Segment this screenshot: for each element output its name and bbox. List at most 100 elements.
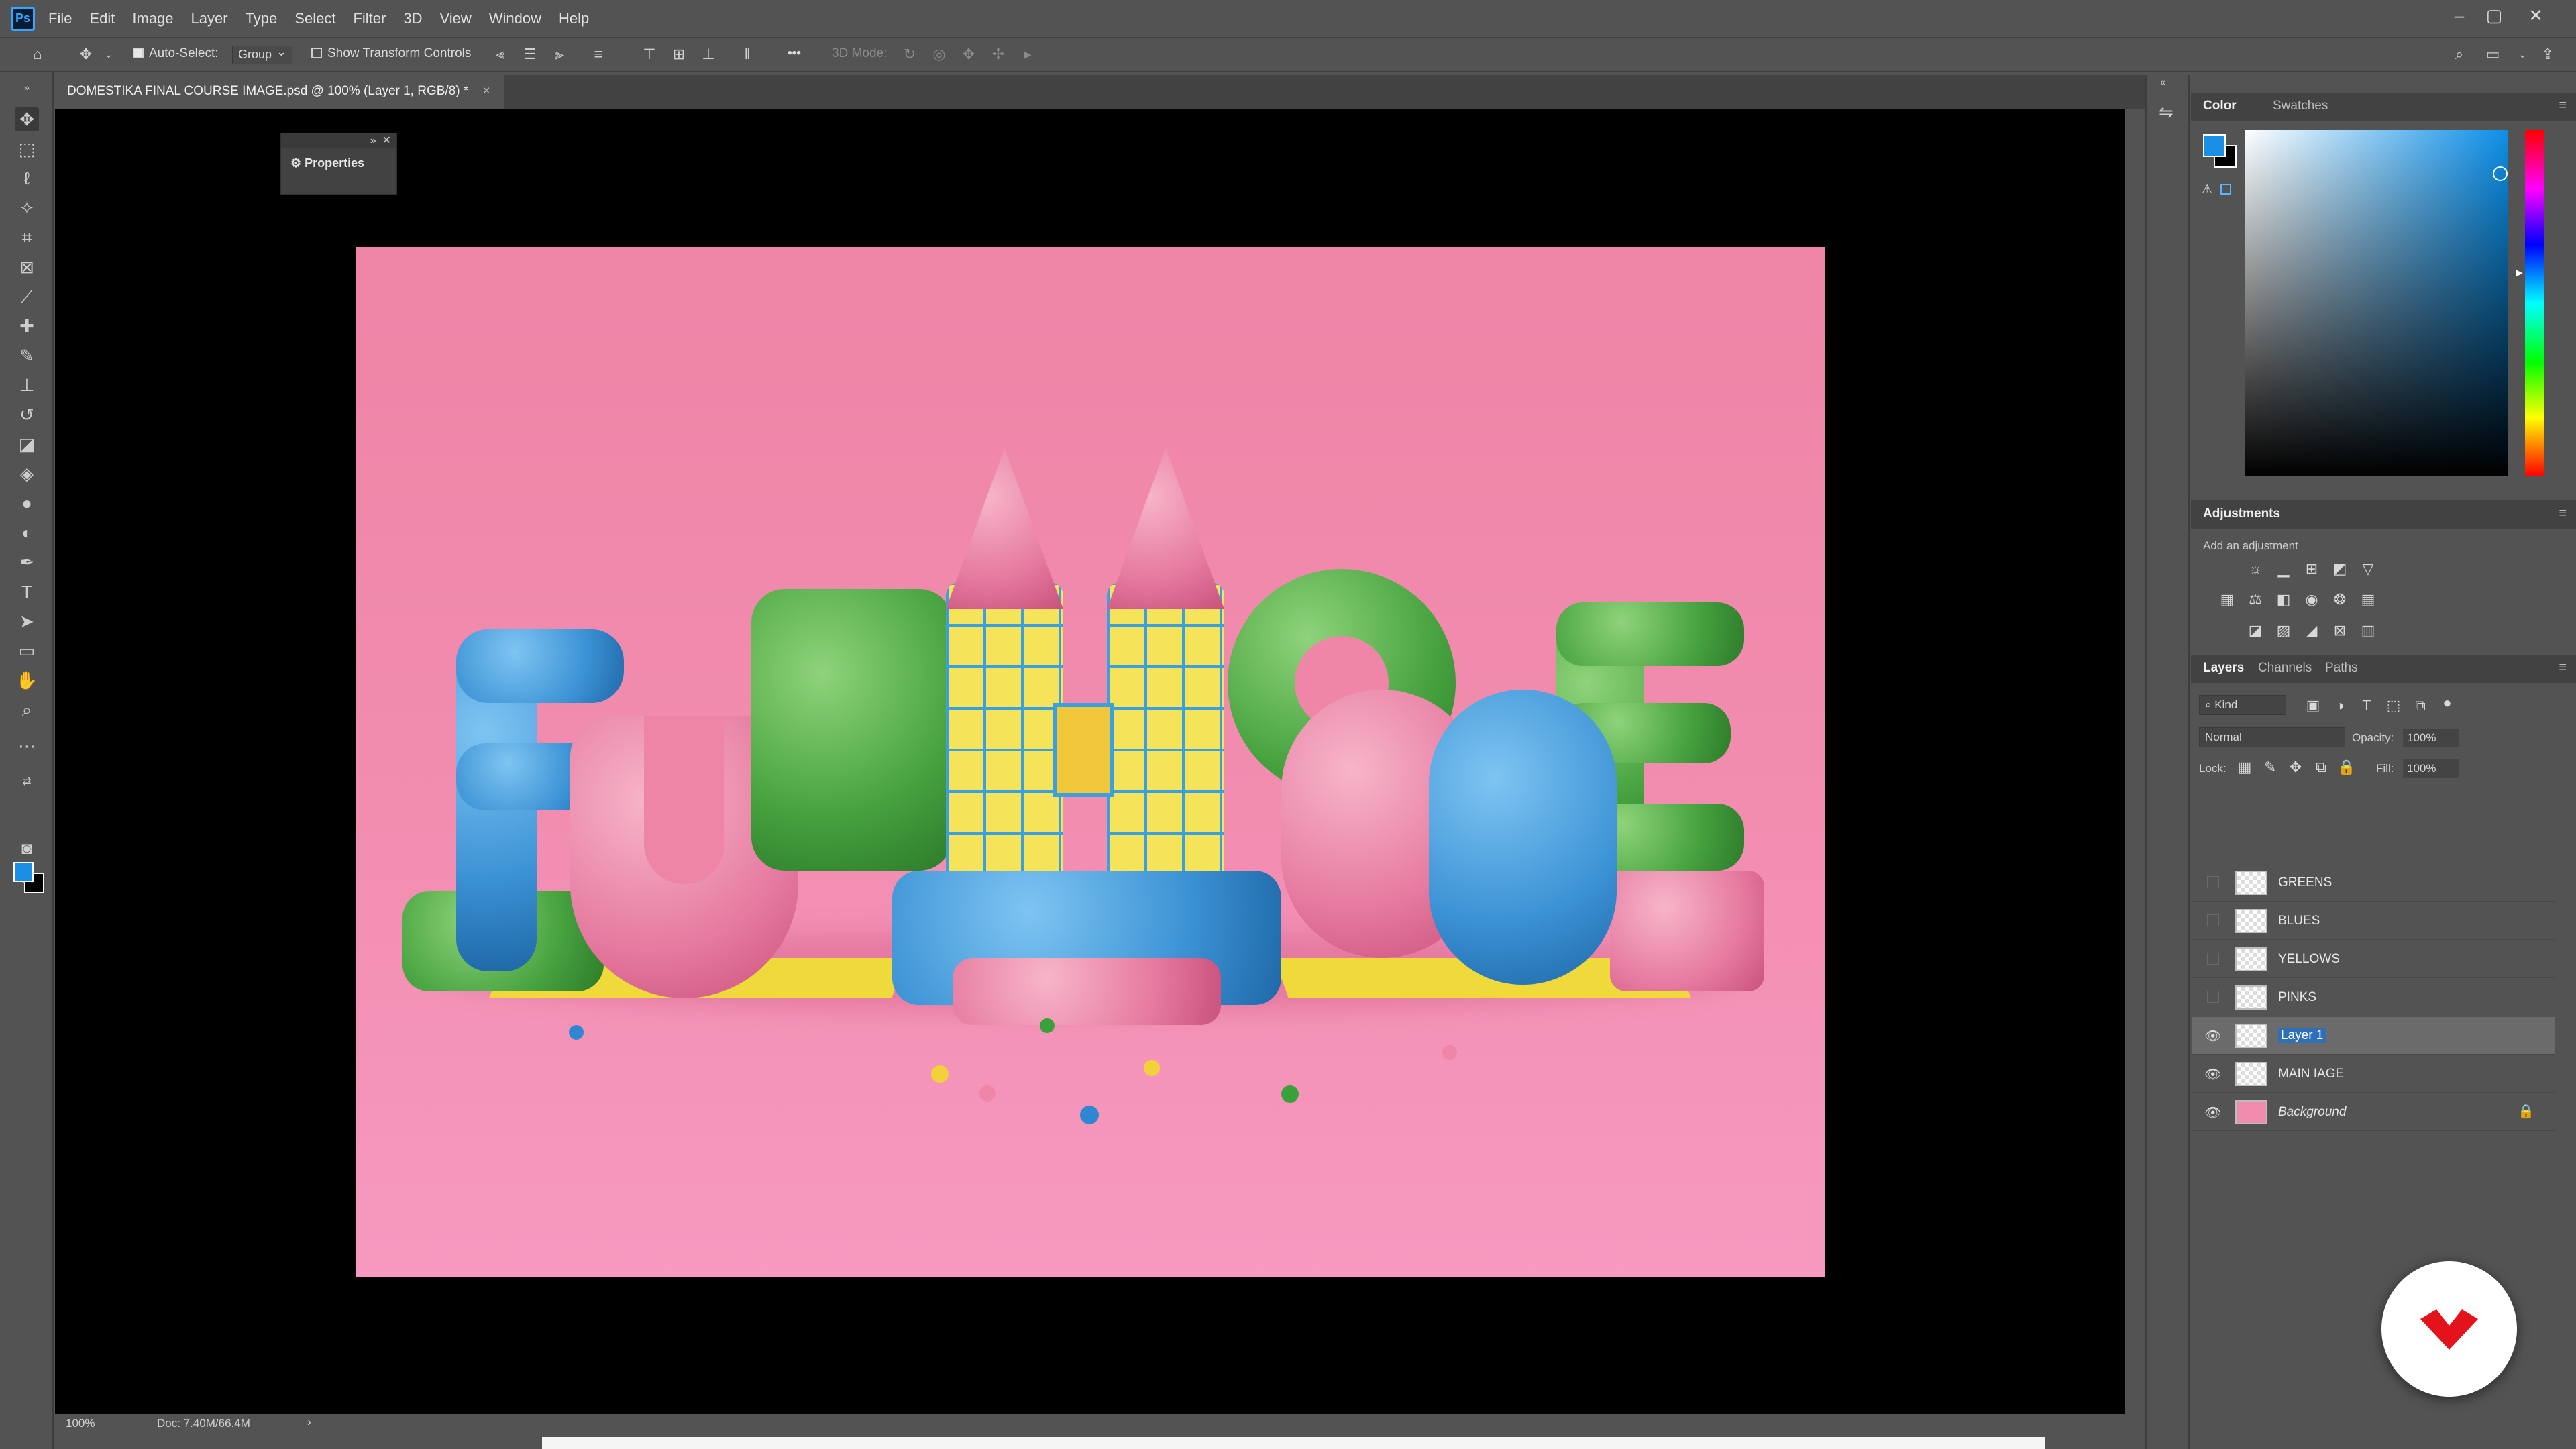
history-panel-icon[interactable]: ⇋: [2159, 102, 2174, 123]
eye-icon[interactable]: 👁: [2204, 1028, 2221, 1044]
workspace-chevron-icon[interactable]: ⌄: [2514, 46, 2530, 63]
3d-slide-icon[interactable]: ✢: [990, 46, 1006, 63]
layer-name[interactable]: BLUES: [2278, 914, 2320, 928]
gamut-warning-icon[interactable]: ⚠: [2202, 182, 2212, 197]
paint-bucket-tool-icon[interactable]: ◈: [15, 462, 39, 486]
3d-roll-icon[interactable]: ◎: [931, 46, 947, 63]
layer-name[interactable]: YELLOWS: [2278, 952, 2340, 967]
channel-mixer-icon[interactable]: ❂: [2330, 590, 2349, 609]
panel-menu-icon[interactable]: ≡: [2559, 506, 2567, 521]
foreground-color-swatch[interactable]: [13, 862, 34, 882]
swap-colors-icon[interactable]: ⇄: [15, 770, 39, 794]
eyedropper-tool-icon[interactable]: ⟋: [15, 284, 39, 309]
hand-tool-icon[interactable]: ✋: [15, 668, 39, 692]
filter-type-icon[interactable]: T: [2357, 696, 2376, 715]
dodge-tool-icon[interactable]: ◐: [15, 521, 39, 545]
layer-row[interactable]: 👁 Layer 1: [2192, 1017, 2555, 1055]
posterize-icon[interactable]: ▨: [2274, 621, 2293, 640]
align-right-icon[interactable]: ⫸: [551, 46, 568, 63]
filter-shape-icon[interactable]: ⬚: [2384, 696, 2403, 715]
close-tab-icon[interactable]: ×: [483, 84, 490, 98]
layer-filter-dropdown[interactable]: ⌕ Kind: [2199, 695, 2286, 715]
align-bottom-icon[interactable]: ⊥: [700, 46, 716, 63]
visibility-toggle[interactable]: [2207, 953, 2219, 965]
properties-button[interactable]: ⚙ Properties: [281, 148, 396, 178]
eye-icon[interactable]: 👁: [2204, 1066, 2221, 1083]
photoshop-logo-icon[interactable]: Ps: [11, 6, 35, 31]
filter-adjustment-icon[interactable]: ◑: [2330, 696, 2349, 715]
blend-mode-dropdown[interactable]: Normal: [2199, 727, 2345, 747]
close-panel-icon[interactable]: ✕: [382, 135, 391, 146]
align-center-icon[interactable]: ☰: [522, 46, 538, 63]
layer-row[interactable]: 👁 MAIN IAGE: [2192, 1055, 2555, 1093]
menu-3d[interactable]: 3D: [403, 10, 422, 28]
menu-edit[interactable]: Edit: [89, 10, 115, 28]
tab-channels[interactable]: Channels: [2258, 661, 2312, 676]
layer-thumbnail[interactable]: [2235, 947, 2267, 971]
lasso-tool-icon[interactable]: ℓ: [15, 166, 39, 191]
adjustments-title[interactable]: Adjustments: [2203, 506, 2280, 521]
home-icon[interactable]: ⌂: [30, 46, 46, 63]
align-left-icon[interactable]: ⫷: [492, 46, 508, 63]
canvas-image[interactable]: [356, 247, 1825, 1277]
hue-saturation-icon[interactable]: ▦: [2218, 590, 2237, 609]
share-icon[interactable]: ⇪: [2540, 46, 2556, 63]
threshold-icon[interactable]: ◢: [2302, 621, 2321, 640]
move-tool-icon[interactable]: ✥: [15, 107, 39, 131]
selective-color-icon[interactable]: ⊠: [2330, 621, 2349, 640]
menu-help[interactable]: Help: [559, 10, 589, 28]
layer-thumbnail[interactable]: [2235, 1024, 2267, 1048]
chevron-down-icon[interactable]: ⌄: [101, 46, 117, 63]
brush-tool-icon[interactable]: ✎: [15, 343, 39, 368]
auto-select-dropdown[interactable]: Group: [232, 45, 293, 64]
menu-layer[interactable]: Layer: [191, 10, 228, 28]
align-middle-icon[interactable]: ⊞: [671, 46, 687, 63]
layer-name[interactable]: Background: [2278, 1105, 2346, 1120]
clone-stamp-tool-icon[interactable]: ⊥: [15, 373, 39, 397]
layer-name[interactable]: PINKS: [2278, 990, 2316, 1005]
tab-paths[interactable]: Paths: [2325, 661, 2358, 676]
crop-tool-icon[interactable]: ⌗: [15, 225, 39, 250]
history-brush-tool-icon[interactable]: ↺: [15, 402, 39, 427]
more-options-button[interactable]: •••: [788, 46, 801, 61]
properties-panel-collapsed[interactable]: » ✕ ⚙ Properties: [280, 133, 397, 195]
vibrance-icon[interactable]: ▽: [2359, 559, 2377, 578]
panel-menu-icon[interactable]: ≡: [2559, 98, 2567, 113]
filter-smart-object-icon[interactable]: ⧉: [2411, 696, 2430, 715]
type-tool-icon[interactable]: T: [15, 580, 39, 604]
distribute-vertical-icon[interactable]: ‖: [739, 46, 755, 63]
lock-transparent-icon[interactable]: ▦: [2235, 758, 2254, 777]
layer-name[interactable]: Layer 1: [2278, 1028, 2326, 1043]
blur-tool-icon[interactable]: ●: [15, 491, 39, 515]
workspace-icon[interactable]: ▭: [2485, 46, 2501, 63]
menu-view[interactable]: View: [439, 10, 471, 28]
tab-swatches[interactable]: Swatches: [2273, 99, 2328, 113]
align-top-icon[interactable]: ⊤: [641, 46, 657, 63]
panel-menu-icon[interactable]: ≡: [2559, 660, 2567, 676]
menu-type[interactable]: Type: [246, 10, 278, 28]
layer-row[interactable]: PINKS: [2192, 979, 2555, 1016]
lock-icon[interactable]: 🔒: [2518, 1103, 2534, 1120]
hue-slider[interactable]: [2525, 130, 2544, 476]
magic-wand-tool-icon[interactable]: ✧: [15, 196, 39, 220]
close-window-button[interactable]: ✕: [2522, 5, 2549, 26]
color-balance-icon[interactable]: ⚖: [2246, 590, 2265, 609]
menu-image[interactable]: Image: [132, 10, 173, 28]
tab-color[interactable]: Color: [2203, 99, 2237, 113]
quick-mask-icon[interactable]: ◙: [15, 836, 39, 860]
exposure-icon[interactable]: ◩: [2330, 559, 2349, 578]
color-picker-field[interactable]: [2245, 130, 2508, 476]
layer-thumbnail[interactable]: [2235, 871, 2267, 895]
visibility-toggle[interactable]: [2207, 876, 2219, 888]
frame-tool-icon[interactable]: ⊠: [15, 255, 39, 279]
lock-artboard-icon[interactable]: ⧉: [2312, 758, 2330, 777]
search-icon[interactable]: ⌕: [2451, 46, 2467, 63]
zoom-tool-icon[interactable]: ⌕: [15, 698, 39, 722]
color-foreground-swatch[interactable]: [2203, 134, 2226, 157]
zoom-level[interactable]: 100%: [66, 1417, 95, 1430]
layer-row[interactable]: 👁 Background 🔒: [2192, 1093, 2555, 1131]
lock-image-icon[interactable]: ✎: [2261, 758, 2279, 777]
menu-select[interactable]: Select: [294, 10, 335, 28]
web-color-icon[interactable]: [2220, 184, 2231, 195]
marquee-tool-icon[interactable]: ⬚: [15, 137, 39, 161]
